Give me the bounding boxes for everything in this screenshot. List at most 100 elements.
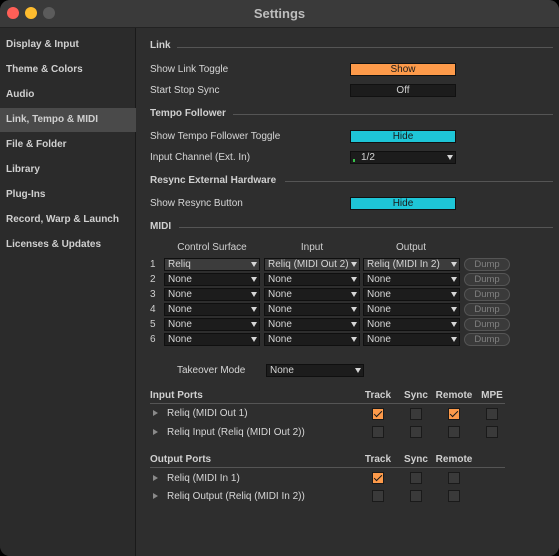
select-value: None (168, 334, 192, 345)
midi-input-select-6[interactable]: None (264, 333, 360, 346)
midi-row-number: 2 (150, 274, 156, 285)
output-port-2-sync-checkbox[interactable] (410, 490, 422, 502)
dump-button-2[interactable]: Dump (464, 273, 510, 286)
control-surface-select-3[interactable]: None (164, 288, 260, 301)
midi-output-select-2[interactable]: None (363, 273, 460, 286)
input-port-1-remote-checkbox[interactable] (448, 408, 460, 420)
window-title: Settings (253, 6, 306, 21)
midi-input-select-5[interactable]: None (264, 318, 360, 331)
title-bar: Settings (0, 0, 559, 28)
output-port-1-remote-checkbox[interactable] (448, 472, 460, 484)
input-level-meter (353, 159, 355, 162)
select-value: Reliq (MIDI Out 2) (268, 259, 349, 270)
input-port-1-mpe-checkbox[interactable] (486, 408, 498, 420)
tempo-follower-section-title: Tempo Follower (150, 108, 226, 119)
select-value: None (168, 289, 192, 300)
midi-input-select-3[interactable]: None (264, 288, 360, 301)
expand-arrow-icon[interactable] (153, 429, 158, 435)
sidebar-item-plug-ins[interactable]: Plug-Ins (0, 183, 136, 207)
input-port-1-sync-checkbox[interactable] (410, 408, 422, 420)
select-value: Reliq (168, 259, 191, 270)
midi-output-select-3[interactable]: None (363, 288, 460, 301)
output-port-2-track-checkbox[interactable] (372, 490, 384, 502)
midi-output-select-4[interactable]: None (363, 303, 460, 316)
chevron-down-icon (351, 262, 357, 267)
dump-button-1[interactable]: Dump (464, 258, 510, 271)
sidebar-item-library[interactable]: Library (0, 158, 136, 182)
show-tempo-follower-toggle-button[interactable]: Hide (350, 130, 456, 143)
dump-button-5[interactable]: Dump (464, 318, 510, 331)
input-port-2-mpe-checkbox[interactable] (486, 426, 498, 438)
input-port-2-remote-checkbox[interactable] (448, 426, 460, 438)
ports-divider (150, 467, 505, 468)
link-section-title: Link (150, 40, 171, 51)
midi-output-select-6[interactable]: None (363, 333, 460, 346)
control-surface-select-4[interactable]: None (164, 303, 260, 316)
select-value: None (367, 319, 391, 330)
input-channel-value: 1/2 (361, 152, 375, 163)
select-value: None (268, 289, 292, 300)
sidebar-item-theme-colors[interactable]: Theme & Colors (0, 58, 136, 82)
dump-button-4[interactable]: Dump (464, 303, 510, 316)
chevron-down-icon (251, 322, 257, 327)
ports-divider (150, 403, 505, 404)
start-stop-sync-label: Start Stop Sync (150, 85, 220, 96)
midi-input-select-1[interactable]: Reliq (MIDI Out 2) (264, 258, 360, 271)
takeover-mode-select[interactable]: None (266, 364, 364, 377)
midi-row-number: 6 (150, 334, 156, 345)
expand-arrow-icon[interactable] (153, 410, 158, 416)
expand-arrow-icon[interactable] (153, 493, 158, 499)
chevron-down-icon (451, 322, 457, 327)
show-link-toggle-button[interactable]: Show (350, 63, 456, 76)
input-ports-sync-header: Sync (404, 390, 428, 401)
midi-row-number: 1 (150, 259, 156, 270)
sidebar-item-licenses-updates[interactable]: Licenses & Updates (0, 233, 136, 257)
input-port-2-sync-checkbox[interactable] (410, 426, 422, 438)
select-value: None (367, 289, 391, 300)
settings-sidebar: Display & Input Theme & Colors Audio Lin… (0, 28, 136, 556)
select-value: Reliq (MIDI In 2) (367, 259, 440, 270)
dump-button-6[interactable]: Dump (464, 333, 510, 346)
input-channel-select[interactable]: 1/2 (350, 151, 456, 164)
chevron-down-icon (451, 262, 457, 267)
chevron-down-icon (351, 292, 357, 297)
input-port-name: Reliq (MIDI Out 1) (167, 408, 248, 419)
output-port-1-track-checkbox[interactable] (372, 472, 384, 484)
output-port-2-remote-checkbox[interactable] (448, 490, 460, 502)
input-port-2-track-checkbox[interactable] (372, 426, 384, 438)
midi-output-select-1[interactable]: Reliq (MIDI In 2) (363, 258, 460, 271)
show-resync-button-toggle[interactable]: Hide (350, 197, 456, 210)
sidebar-item-record-warp-launch[interactable]: Record, Warp & Launch (0, 208, 136, 232)
sidebar-item-audio[interactable]: Audio (0, 83, 136, 107)
sidebar-item-display-input[interactable]: Display & Input (0, 33, 136, 57)
expand-arrow-icon[interactable] (153, 475, 158, 481)
chevron-down-icon (355, 368, 361, 373)
midi-input-select-2[interactable]: None (264, 273, 360, 286)
control-surface-select-1[interactable]: Reliq (164, 258, 260, 271)
input-ports-remote-header: Remote (435, 390, 473, 401)
midi-row-number: 3 (150, 289, 156, 300)
select-value: None (367, 304, 391, 315)
control-surface-select-6[interactable]: None (164, 333, 260, 346)
midi-row-number: 4 (150, 304, 156, 315)
midi-section-title: MIDI (150, 221, 172, 232)
start-stop-sync-button[interactable]: Off (350, 84, 456, 97)
midi-input-select-4[interactable]: None (264, 303, 360, 316)
output-ports-sync-header: Sync (404, 454, 428, 465)
sidebar-item-file-folder[interactable]: File & Folder (0, 133, 136, 157)
chevron-down-icon (451, 277, 457, 282)
chevron-down-icon (451, 337, 457, 342)
dump-button-3[interactable]: Dump (464, 288, 510, 301)
output-port-1-sync-checkbox[interactable] (410, 472, 422, 484)
control-surface-select-5[interactable]: None (164, 318, 260, 331)
show-tempo-follower-toggle-label: Show Tempo Follower Toggle (150, 131, 281, 142)
input-ports-title: Input Ports (150, 390, 203, 401)
chevron-down-icon (251, 337, 257, 342)
sidebar-item-link-tempo-midi[interactable]: Link, Tempo & MIDI (0, 108, 136, 132)
midi-output-select-5[interactable]: None (363, 318, 460, 331)
control-surface-select-2[interactable]: None (164, 273, 260, 286)
input-column-header: Input (300, 242, 324, 253)
input-port-1-track-checkbox[interactable] (372, 408, 384, 420)
select-value: None (268, 274, 292, 285)
section-divider (233, 114, 553, 115)
